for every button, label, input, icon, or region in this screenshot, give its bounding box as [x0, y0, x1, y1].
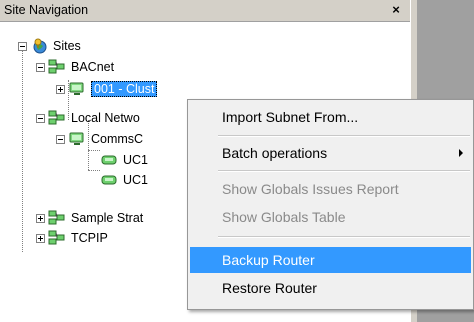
network-computers-icon [48, 59, 65, 74]
tree-node-tcpip[interactable]: TCPIP [36, 228, 108, 248]
tree-node-label: UC1 [123, 153, 149, 167]
tree-node-uc1[interactable]: UC1 [100, 150, 148, 170]
device-icon [101, 155, 117, 165]
tree-node-label: TCPIP [71, 231, 108, 245]
expand-toggle[interactable] [36, 213, 45, 223]
expand-toggle[interactable] [56, 84, 65, 94]
monitor-icon [69, 132, 84, 145]
collapse-toggle[interactable] [36, 113, 45, 123]
globe-pin-icon [33, 38, 47, 54]
tree-node-label: CommsC [91, 132, 144, 146]
menu-item-import-subnet[interactable]: Import Subnet From... [190, 104, 471, 130]
menu-separator [218, 135, 470, 137]
tree-node-label: 001 - Clust [91, 81, 158, 97]
panel-title: Site Navigation [4, 3, 89, 17]
device-icon [101, 175, 117, 185]
network-computers-icon [48, 110, 65, 125]
tree-node-cluster[interactable]: 001 - Clust [56, 79, 158, 99]
tree-node-label: Sample Strat [71, 211, 144, 225]
tree-node-uc2[interactable]: UC1 [100, 170, 148, 190]
tree-node-sites[interactable]: Sites [18, 36, 81, 56]
tree-node-bacnet[interactable]: BACnet [36, 57, 114, 77]
tree-node-label: BACnet [71, 60, 115, 74]
menu-separator [218, 170, 470, 172]
collapse-toggle[interactable] [18, 41, 27, 51]
menu-separator [218, 236, 470, 238]
menu-item-restore-router[interactable]: Restore Router [190, 275, 471, 301]
tree-node-label: UC1 [123, 173, 149, 187]
menu-item-batch-operations[interactable]: Batch operations [190, 140, 471, 166]
tree-node-local-network[interactable]: Local Netwo [36, 108, 140, 128]
network-computers-icon [48, 230, 65, 245]
menu-item-show-globals-table[interactable]: Show Globals Table [190, 204, 471, 230]
tree-node-sample-strat[interactable]: Sample Strat [36, 208, 143, 228]
submenu-arrow-icon [459, 149, 463, 157]
network-computers-icon [48, 210, 65, 225]
close-button[interactable]: × [388, 2, 404, 18]
collapse-toggle[interactable] [36, 62, 45, 72]
menu-item-show-globals-issues-report[interactable]: Show Globals Issues Report [190, 176, 471, 202]
menu-item-backup-router[interactable]: Backup Router [190, 247, 471, 273]
panel-titlebar: Site Navigation × [0, 0, 410, 22]
collapse-toggle[interactable] [56, 134, 65, 144]
tree-node-label: Local Netwo [71, 111, 140, 125]
expand-toggle[interactable] [36, 233, 45, 243]
monitor-icon [69, 82, 84, 95]
context-menu: Import Subnet From... Batch operations S… [187, 99, 474, 310]
tree-node-comms[interactable]: CommsC [56, 129, 143, 149]
tree-node-label: Sites [53, 39, 81, 53]
